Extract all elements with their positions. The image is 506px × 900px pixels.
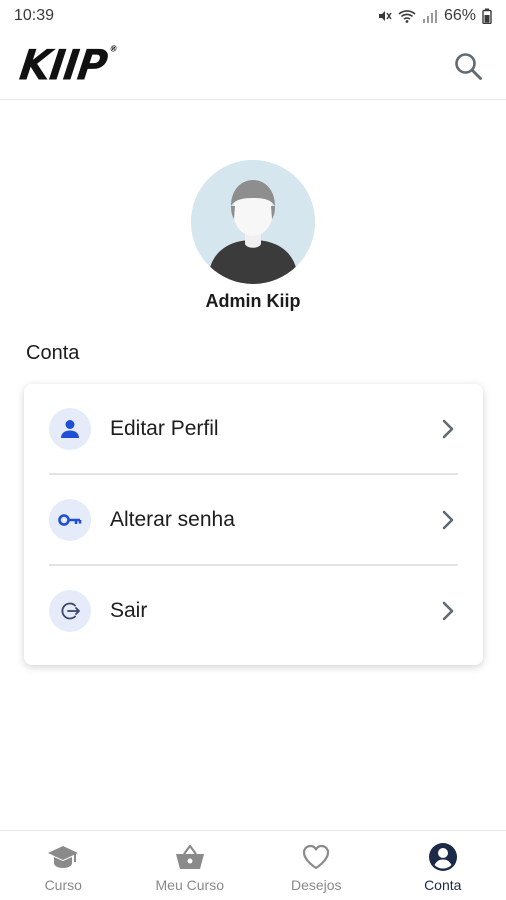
- account-circle-icon: [428, 841, 458, 873]
- app-logo: KIIP®: [17, 41, 118, 89]
- logo-mark: ®: [108, 43, 118, 53]
- nav-label: Curso: [44, 877, 82, 893]
- bottom-nav: Curso Meu Curso Desejos Conta: [0, 830, 506, 900]
- nav-label: Meu Curso: [155, 877, 224, 893]
- battery-percent: 66%: [443, 7, 476, 24]
- nav-item-curso[interactable]: Curso: [0, 831, 127, 900]
- basket-icon: [174, 841, 206, 873]
- person-icon: [49, 407, 91, 450]
- menu-item-label: Editar Perfil: [110, 416, 219, 440]
- avatar[interactable]: [191, 160, 315, 284]
- nav-item-meu-curso[interactable]: Meu Curso: [127, 831, 254, 900]
- status-bar: 10:39 66%: [0, 0, 506, 32]
- search-icon: [455, 52, 482, 80]
- heart-icon: [301, 841, 331, 873]
- menu-item-label: Sair: [110, 598, 148, 622]
- graduation-cap-icon: [47, 841, 79, 873]
- mute-icon: [376, 8, 392, 24]
- chevron-right-icon: [438, 418, 458, 440]
- battery-icon: [482, 8, 492, 24]
- chevron-right-icon: [438, 509, 458, 531]
- search-button[interactable]: [450, 48, 486, 84]
- menu-item-edit-profile[interactable]: Editar Perfil: [49, 384, 458, 473]
- status-time: 10:39: [14, 7, 55, 24]
- logout-icon: [49, 589, 91, 632]
- nav-label: Conta: [424, 877, 462, 893]
- menu-item-label: Alterar senha: [110, 507, 235, 531]
- key-icon: [49, 498, 91, 541]
- wifi-icon: [398, 8, 416, 24]
- menu-item-change-password[interactable]: Alterar senha: [49, 475, 458, 564]
- nav-item-desejos[interactable]: Desejos: [253, 831, 380, 900]
- profile-name: Admin Kiip: [205, 291, 301, 311]
- nav-item-conta[interactable]: Conta: [380, 831, 506, 900]
- status-icons: 66%: [376, 7, 492, 25]
- signal-icon: [422, 8, 438, 24]
- chevron-right-icon: [438, 600, 458, 622]
- avatar-image: [191, 160, 315, 284]
- logo-text: KIIP: [16, 41, 110, 90]
- app-header: KIIP®: [0, 32, 506, 100]
- account-menu-card: Editar Perfil Alterar senha Sair: [24, 384, 483, 665]
- nav-label: Desejos: [290, 877, 342, 893]
- menu-item-logout[interactable]: Sair: [49, 566, 458, 655]
- section-title: Conta: [26, 342, 80, 364]
